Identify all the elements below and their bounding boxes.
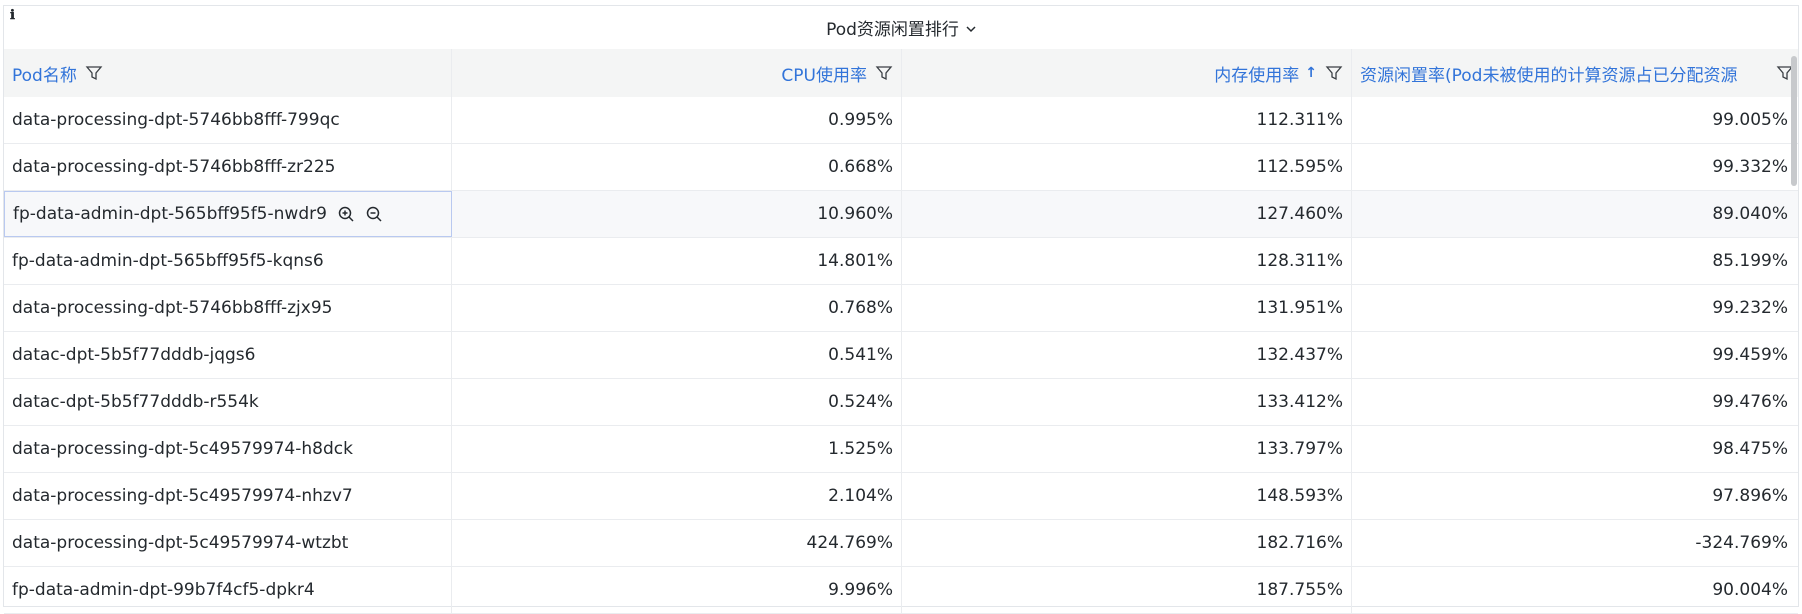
memory-usage-cell: 187.755% xyxy=(902,567,1352,613)
memory-usage-cell: 132.437% xyxy=(902,332,1352,378)
memory-usage-cell: 133.412% xyxy=(902,379,1352,425)
table-header-row: Pod名称 CPU使用率 内存使用率 ↑ 资源闲置率(Pod未被使用的计算资源占… xyxy=(4,49,1798,97)
idle-rate-cell: 99.005% xyxy=(1712,110,1788,130)
table-row: datac-dpt-5b5f77dddb-r554k 0.524% 133.41… xyxy=(4,379,1798,426)
table-row: data-processing-dpt-5c49579974-h8dck 1.5… xyxy=(4,426,1798,473)
memory-usage-cell: 131.951% xyxy=(902,285,1352,331)
cpu-usage-cell: 0.995% xyxy=(452,97,902,143)
cpu-usage-cell: 10.960% xyxy=(452,191,902,237)
cpu-usage-cell: 9.996% xyxy=(452,567,902,613)
cpu-usage-cell: 0.668% xyxy=(452,144,902,190)
idle-rate-cell: 89.040% xyxy=(1712,204,1788,224)
table-row-hovered: fp-data-admin-dpt-565bff95f5-nwdr9 10.96… xyxy=(4,191,1798,238)
column-header-pod-name[interactable]: Pod名称 xyxy=(4,49,452,97)
column-header-label[interactable]: 资源闲置率(Pod未被使用的计算资源占已分配资源 xyxy=(1360,61,1737,86)
pod-name-cell: data-processing-dpt-5746bb8fff-zjx95 xyxy=(4,285,452,331)
pod-name-cell: data-processing-dpt-5c49579974-wtzbt xyxy=(4,520,452,566)
idle-rate-cell: 85.199% xyxy=(1712,251,1788,271)
pod-name-cell: datac-dpt-5b5f77dddb-jqgs6 xyxy=(4,332,452,378)
cpu-usage-cell: 0.524% xyxy=(452,379,902,425)
cpu-usage-cell: 0.541% xyxy=(452,332,902,378)
memory-usage-cell: 127.460% xyxy=(902,191,1352,237)
filter-icon[interactable] xyxy=(85,64,103,82)
memory-usage-cell: 148.593% xyxy=(902,473,1352,519)
idle-rate-cell: 98.475% xyxy=(1712,439,1788,459)
pod-name-cell: fp-data-admin-dpt-99b7f4cf5-dpkr4 xyxy=(4,567,452,613)
table-row: fp-data-admin-dpt-99b7f4cf5-dpkr4 9.996%… xyxy=(4,567,1798,614)
table-row: fp-data-admin-dpt-565bff95f5-kqns6 14.80… xyxy=(4,238,1798,285)
column-header-label[interactable]: 内存使用率 xyxy=(1214,61,1299,86)
filter-icon[interactable] xyxy=(875,64,893,82)
idle-rate-cell: -324.769% xyxy=(1695,533,1788,553)
table-row: data-processing-dpt-5c49579974-nhzv7 2.1… xyxy=(4,473,1798,520)
memory-usage-cell: 112.595% xyxy=(902,144,1352,190)
cpu-usage-cell: 424.769% xyxy=(452,520,902,566)
pod-name-cell[interactable]: fp-data-admin-dpt-565bff95f5-nwdr9 xyxy=(4,191,452,237)
pod-name-cell: data-processing-dpt-5746bb8fff-799qc xyxy=(4,97,452,143)
pod-name-cell: fp-data-admin-dpt-565bff95f5-kqns6 xyxy=(4,238,452,284)
zoom-out-icon[interactable] xyxy=(365,205,383,223)
pod-name-cell: data-processing-dpt-5746bb8fff-zr225 xyxy=(4,144,452,190)
cpu-usage-cell: 1.525% xyxy=(452,426,902,472)
idle-rate-cell: 99.476% xyxy=(1712,392,1788,412)
table-row: data-processing-dpt-5746bb8fff-zr225 0.6… xyxy=(4,144,1798,191)
panel-header[interactable]: Pod资源闲置排行 xyxy=(4,6,1798,49)
idle-rate-cell: 90.004% xyxy=(1712,580,1788,600)
pod-name-cell: data-processing-dpt-5c49579974-nhzv7 xyxy=(4,473,452,519)
memory-usage-cell: 112.311% xyxy=(902,97,1352,143)
zoom-in-icon[interactable] xyxy=(337,205,355,223)
cpu-usage-cell: 14.801% xyxy=(452,238,902,284)
vertical-scrollbar[interactable] xyxy=(1791,56,1797,186)
idle-rate-cell: 97.896% xyxy=(1712,486,1788,506)
table-row: datac-dpt-5b5f77dddb-jqgs6 0.541% 132.43… xyxy=(4,332,1798,379)
chevron-down-icon[interactable] xyxy=(966,22,976,36)
filter-icon[interactable] xyxy=(1325,64,1343,82)
memory-usage-cell: 182.716% xyxy=(902,520,1352,566)
table-row: data-processing-dpt-5c49579974-wtzbt 424… xyxy=(4,520,1798,567)
table-row: data-processing-dpt-5746bb8fff-799qc 0.9… xyxy=(4,97,1798,144)
idle-rate-cell: 99.232% xyxy=(1712,298,1788,318)
column-header-label[interactable]: CPU使用率 xyxy=(781,61,867,86)
column-header-cpu[interactable]: CPU使用率 xyxy=(452,49,902,97)
cpu-usage-cell: 2.104% xyxy=(452,473,902,519)
panel-title[interactable]: Pod资源闲置排行 xyxy=(826,15,959,40)
pod-name-text: fp-data-admin-dpt-565bff95f5-nwdr9 xyxy=(13,204,327,224)
column-header-idle-rate[interactable]: 资源闲置率(Pod未被使用的计算资源占已分配资源 xyxy=(1352,49,1798,97)
memory-usage-cell: 128.311% xyxy=(902,238,1352,284)
memory-usage-cell: 133.797% xyxy=(902,426,1352,472)
column-header-label[interactable]: Pod名称 xyxy=(12,61,77,86)
column-header-memory[interactable]: 内存使用率 ↑ xyxy=(902,49,1352,97)
idle-rate-cell: 99.332% xyxy=(1712,157,1788,177)
idle-rate-cell: 99.459% xyxy=(1712,345,1788,365)
table-panel: ℹ Pod资源闲置排行 Pod名称 CPU使用率 内存使用率 ↑ 资源闲置率(P… xyxy=(3,5,1799,614)
data-table: Pod名称 CPU使用率 内存使用率 ↑ 资源闲置率(Pod未被使用的计算资源占… xyxy=(4,49,1798,614)
sort-ascending-icon[interactable]: ↑ xyxy=(1305,65,1317,81)
pod-name-cell: datac-dpt-5b5f77dddb-r554k xyxy=(4,379,452,425)
pod-name-cell: data-processing-dpt-5c49579974-h8dck xyxy=(4,426,452,472)
table-row: data-processing-dpt-5746bb8fff-zjx95 0.7… xyxy=(4,285,1798,332)
cpu-usage-cell: 0.768% xyxy=(452,285,902,331)
